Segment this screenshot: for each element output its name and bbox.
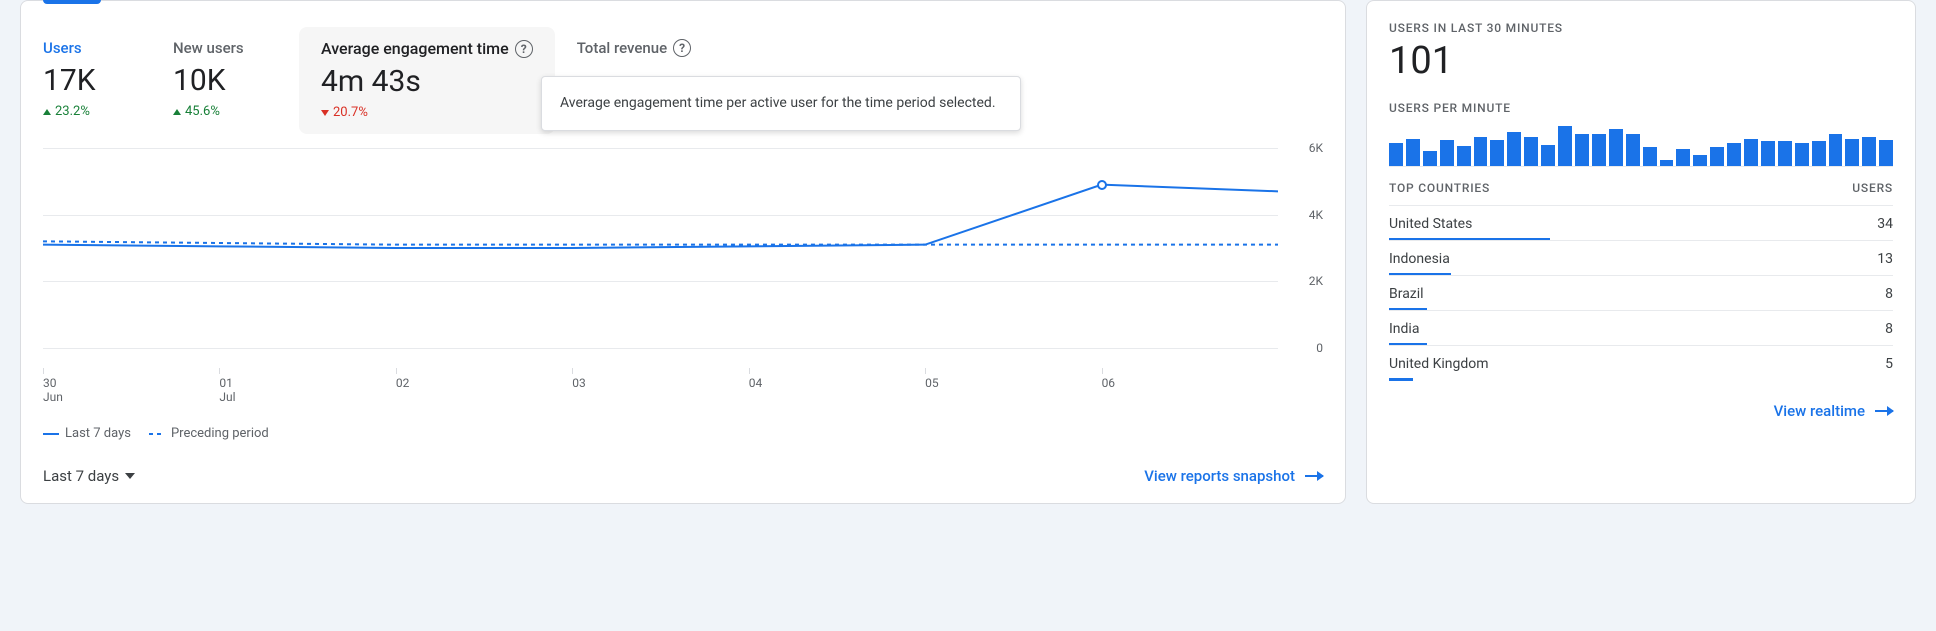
country-row[interactable]: Brazil8 bbox=[1389, 275, 1893, 310]
legend-previous: Preceding period bbox=[149, 426, 269, 441]
view-realtime-link[interactable]: View realtime bbox=[1774, 402, 1893, 420]
view-reports-snapshot-link[interactable]: View reports snapshot bbox=[1144, 467, 1323, 485]
metric-label: New users bbox=[173, 39, 281, 57]
arrow-up-icon bbox=[173, 104, 183, 119]
active-tab-indicator bbox=[43, 0, 101, 4]
help-tooltip: Average engagement time per active user … bbox=[541, 76, 1021, 131]
realtime-user-count: 101 bbox=[1389, 39, 1893, 83]
engagement-line-chart: 02K4K6K 30Jun01Jul0203040506 bbox=[43, 148, 1323, 410]
country-row[interactable]: United States34 bbox=[1389, 205, 1893, 240]
country-row[interactable]: United Kingdom5 bbox=[1389, 345, 1893, 380]
metric-value: 10K bbox=[173, 63, 281, 98]
per-minute-title: USERS PER MINUTE bbox=[1389, 101, 1893, 115]
realtime-card: USERS IN LAST 30 MINUTES 101 USERS PER M… bbox=[1366, 0, 1916, 504]
help-icon[interactable]: ? bbox=[515, 40, 533, 58]
metric-label: Users bbox=[43, 39, 151, 57]
metric-value: 17K bbox=[43, 63, 151, 98]
top-countries-list: United States34Indonesia13Brazil8India8U… bbox=[1389, 205, 1893, 380]
solid-line-icon bbox=[43, 433, 59, 435]
chart-legend: Last 7 days Preceding period bbox=[43, 426, 1323, 441]
metric-delta: 23.2% bbox=[43, 104, 151, 119]
arrow-right-icon bbox=[1305, 475, 1323, 477]
arrow-up-icon bbox=[43, 104, 53, 119]
metric-tab-new-users[interactable]: New users 10K 45.6% bbox=[173, 31, 303, 134]
arrow-right-icon bbox=[1875, 410, 1893, 412]
metric-delta: 20.7% bbox=[321, 105, 533, 120]
metric-value: 4m 43s bbox=[321, 64, 533, 99]
metric-label: Average engagement time ? bbox=[321, 39, 533, 58]
metric-tab-users[interactable]: Users 17K 23.2% bbox=[43, 31, 173, 134]
countries-header: TOP COUNTRIES USERS bbox=[1389, 181, 1893, 195]
date-range-picker[interactable]: Last 7 days bbox=[43, 467, 135, 485]
realtime-title: USERS IN LAST 30 MINUTES bbox=[1389, 21, 1893, 35]
users-per-minute-chart bbox=[1389, 125, 1893, 167]
arrow-down-icon bbox=[321, 105, 331, 120]
metric-delta: 45.6% bbox=[173, 104, 281, 119]
country-row[interactable]: India8 bbox=[1389, 310, 1893, 345]
dashed-line-icon bbox=[149, 433, 165, 435]
metric-label: Total revenue ? bbox=[577, 39, 691, 57]
chevron-down-icon bbox=[125, 473, 135, 479]
help-icon[interactable]: ? bbox=[673, 39, 691, 57]
legend-current: Last 7 days bbox=[43, 426, 131, 441]
metric-tab-avg-engagement[interactable]: Average engagement time ? 4m 43s 20.7% bbox=[299, 27, 555, 134]
engagement-card: Users 17K 23.2% New users 10K 45.6% Aver… bbox=[20, 0, 1346, 504]
country-row[interactable]: Indonesia13 bbox=[1389, 240, 1893, 275]
